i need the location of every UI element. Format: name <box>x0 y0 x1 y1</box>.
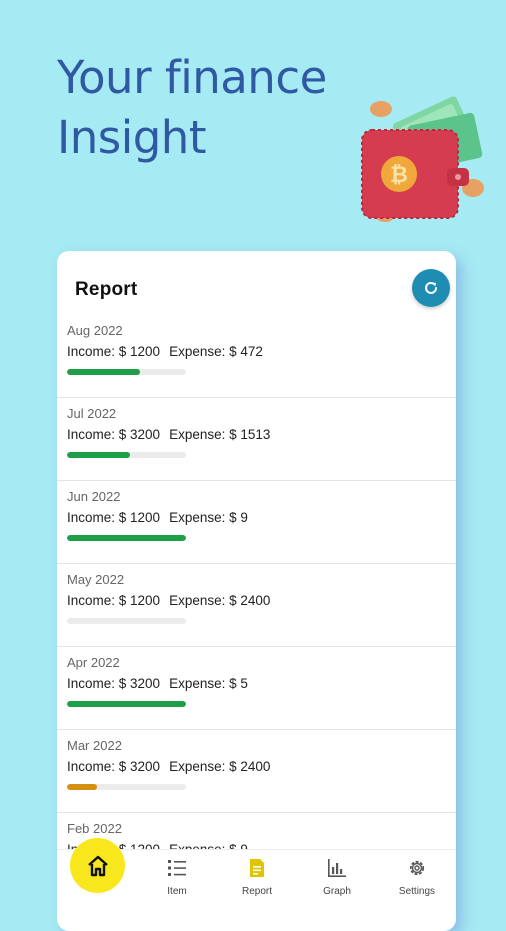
hero-title-line1: Your finance <box>57 51 327 104</box>
progress-fill <box>67 535 186 541</box>
expense-value: 472 <box>240 344 263 359</box>
income-value: 3200 <box>130 427 161 442</box>
hero-title-line2: Insight <box>57 111 206 164</box>
progress-fill <box>67 369 140 375</box>
report-icon <box>250 859 264 877</box>
report-row-values: Income: $ 1200 Expense: $ 2400 <box>67 593 270 608</box>
expense-label: Expense: $ <box>169 593 241 608</box>
nav-item-report[interactable]: Report <box>217 850 297 901</box>
progress-fill <box>67 452 131 458</box>
expense-value: 2400 <box>240 593 271 608</box>
income-value: 1200 <box>130 344 161 359</box>
home-icon <box>87 855 108 876</box>
report-title: Report <box>75 279 138 300</box>
list-icon <box>168 860 186 876</box>
progress-fill <box>67 701 186 707</box>
income-value: 1200 <box>130 510 161 525</box>
nav-item-graph-label: Graph <box>323 886 351 897</box>
report-row-month: Mar 2022 <box>67 738 122 753</box>
refresh-icon <box>425 281 437 294</box>
report-row: Jun 2022 Income: $ 1200 Expense: $ 9 <box>57 481 456 564</box>
report-row-month: Apr 2022 <box>67 655 120 670</box>
report-row: Apr 2022 Income: $ 3200 Expense: $ 5 <box>57 647 456 730</box>
progress-bar <box>67 452 186 458</box>
nav-item-graph[interactable]: Graph <box>297 850 377 901</box>
income-label: Income: $ <box>67 676 131 691</box>
nav-item-settings-label: Settings <box>398 886 436 897</box>
income-label: Income: $ <box>67 759 131 774</box>
expense-label: Expense: $ <box>169 510 241 525</box>
expense-value: 2400 <box>240 759 271 774</box>
income-value: 3200 <box>130 676 161 691</box>
income-label: Income: $ <box>67 593 131 608</box>
report-list: Aug 2022 Income: $ 1200 Expense: $ 472 Jul … <box>57 315 456 896</box>
expense-label: Expense: $ <box>169 344 241 359</box>
report-row-values: Income: $ 1200 Expense: $ 472 <box>67 344 263 359</box>
report-row-month: Jun 2022 <box>67 489 121 504</box>
expense-label: Expense: $ <box>169 759 241 774</box>
nav-item-item-label: Item <box>167 886 187 897</box>
income-label: Income: $ <box>67 427 131 442</box>
report-row: Jul 2022 Income: $ 3200 Expense: $ 1513 <box>57 398 456 481</box>
progress-bar <box>67 701 186 707</box>
progress-fill <box>67 784 97 790</box>
nav-item-settings[interactable]: Settings <box>377 850 457 901</box>
nav-item-report-label: Report <box>241 886 272 897</box>
income-value: 1200 <box>130 593 161 608</box>
report-row: Mar 2022 Income: $ 3200 Expense: $ 2400 <box>57 730 456 813</box>
progress-bar <box>67 535 186 541</box>
report-row: May 2022 Income: $ 1200 Expense: $ 2400 <box>57 564 456 647</box>
report-row-values: Income: $ 1200 Expense: $ 9 <box>67 510 248 525</box>
report-row-month: May 2022 <box>67 572 125 587</box>
report-row-month: Jul 2022 <box>67 406 117 421</box>
gear-icon <box>409 860 425 876</box>
bar-chart-icon <box>328 859 346 877</box>
expense-value: 9 <box>240 510 248 525</box>
income-value: 3200 <box>130 759 161 774</box>
expense-value: 1513 <box>240 427 271 442</box>
nav-item-item[interactable]: Item <box>137 850 217 901</box>
progress-bar <box>67 784 186 790</box>
report-row: Aug 2022 Income: $ 1200 Expense: $ 472 <box>57 315 456 398</box>
progress-bar <box>67 618 186 624</box>
svg-text:₿: ₿ <box>390 163 408 188</box>
expense-value: 5 <box>240 676 248 691</box>
report-card: Report Aug 2022 Income: $ 1200 Expense: $ … <box>57 251 456 931</box>
report-row-month: Feb 2022 <box>67 821 122 836</box>
progress-bar <box>67 369 186 375</box>
hero-title: Your finance Insight <box>57 48 327 168</box>
income-label: Income: $ <box>67 510 131 525</box>
refresh-button[interactable] <box>412 269 450 307</box>
report-row-values: Income: $ 3200 Expense: $ 1513 <box>67 427 270 442</box>
income-label: Income: $ <box>67 344 131 359</box>
wallet-illustration: ₿ <box>361 96 484 222</box>
report-row-month: Aug 2022 <box>67 323 123 338</box>
expense-label: Expense: $ <box>169 676 241 691</box>
expense-label: Expense: $ <box>169 427 241 442</box>
report-row-values: Income: $ 3200 Expense: $ 5 <box>67 676 248 691</box>
home-button[interactable] <box>70 838 125 893</box>
report-row-values: Income: $ 3200 Expense: $ 2400 <box>67 759 270 774</box>
